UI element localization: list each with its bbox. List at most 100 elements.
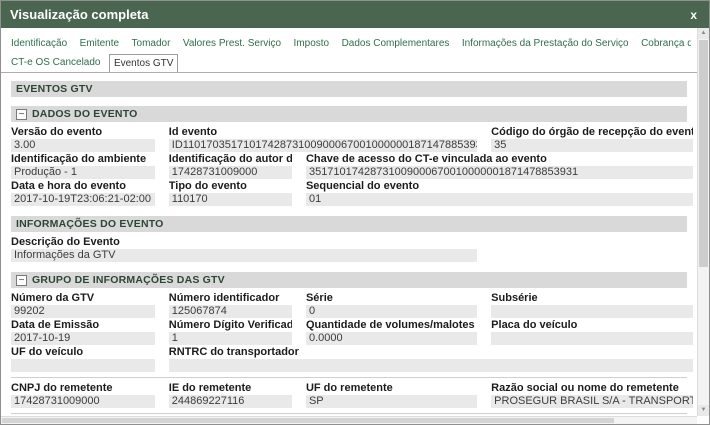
- horizontal-scrollbar-thumb[interactable]: [2, 418, 614, 423]
- field-value: 17428731009000: [169, 166, 292, 179]
- scroll-down-icon[interactable]: ▼: [698, 405, 709, 416]
- field-label: Razão social ou nome do remetente: [491, 382, 693, 395]
- tab-cte-os-cancelado[interactable]: CT-e OS Cancelado: [7, 54, 105, 71]
- group-divider: [11, 413, 687, 414]
- tab-valores-prest-servico[interactable]: Valores Prest. Serviço: [179, 35, 285, 52]
- field-label: Código do órgão de recepção do evento: [491, 126, 693, 139]
- field-label: CNPJ do remetente: [11, 382, 155, 395]
- tab-bar: Identificação Emitente Tomador Valores P…: [1, 28, 697, 73]
- tab-imposto[interactable]: Imposto: [290, 35, 334, 52]
- field-row: Data de Emissão 2017-10-19 Número Dígito…: [11, 319, 697, 346]
- modal-titlebar: Visualização completa x: [1, 1, 709, 28]
- field-value: 0: [306, 305, 477, 318]
- field-identificacao-autor: Identificação do autor do evento 1742873…: [169, 153, 306, 180]
- section-title: EVENTOS GTV: [16, 83, 93, 95]
- section-header-informacoes-do-evento: INFORMAÇÕES DO EVENTO: [11, 216, 687, 232]
- modal-body: Identificação Emitente Tomador Valores P…: [1, 28, 709, 424]
- field-serie: Série 0: [306, 292, 491, 319]
- field-uf-veiculo: UF do veículo: [11, 346, 169, 373]
- field-label: Chave de acesso do CT-e vinculada ao eve…: [306, 153, 693, 166]
- field-value: 110170: [169, 193, 292, 206]
- section-header-dados-do-evento: − DADOS DO EVENTO: [11, 106, 687, 122]
- field-razao-social-remetente: Razão social ou nome do remetente PROSEG…: [491, 382, 697, 409]
- field-label: Série: [306, 292, 477, 305]
- vertical-scrollbar-thumb[interactable]: [699, 40, 708, 267]
- field-value: [491, 305, 693, 318]
- scroll-up-icon[interactable]: ▲: [698, 28, 709, 39]
- field-value: ID11017035171017428731009000670010000001…: [169, 139, 477, 152]
- field-value: 1: [169, 332, 292, 345]
- field-value: 17428731009000: [11, 395, 155, 408]
- tab-cobranca-cte-os[interactable]: Cobrança do CT-e OS: [637, 35, 691, 52]
- field-value: SP: [306, 395, 477, 408]
- field-identificacao-ambiente: Identificação do ambiente Produção - 1: [11, 153, 169, 180]
- field-value: Informações da GTV: [11, 249, 477, 262]
- field-codigo-orgao-recepcao: Código do órgão de recepção do evento 35: [491, 126, 697, 153]
- field-sequencial-evento: Sequencial do evento 01: [306, 180, 697, 207]
- collapse-icon[interactable]: −: [16, 275, 27, 286]
- tab-dados-complementares[interactable]: Dados Complementares: [338, 35, 454, 52]
- section-title: GRUPO DE INFORMAÇÕES DAS GTV: [32, 274, 225, 286]
- field-label: Data de Emissão: [11, 319, 155, 332]
- field-numero-gtv: Número da GTV 99202: [11, 292, 169, 319]
- field-id-evento: Id evento ID1101703517101742873100900067…: [169, 126, 491, 153]
- horizontal-scrollbar[interactable]: [1, 416, 697, 424]
- field-row: CNPJ do remetente 17428731009000 IE do r…: [11, 382, 697, 409]
- vertical-scrollbar[interactable]: ▲ ▼: [697, 28, 709, 416]
- field-value: 99202: [11, 305, 155, 318]
- field-row: Data e hora do evento 2017-10-19T23:06:2…: [11, 180, 697, 207]
- field-value: PROSEGUR BRASIL S/A - TRANSPORTADORA D: [491, 395, 693, 408]
- field-value: 01: [306, 193, 693, 206]
- tab-eventos-gtv[interactable]: Eventos GTV: [109, 54, 178, 72]
- field-numero-digito-verificador: Número Dígito Verificador 1: [169, 319, 306, 346]
- tab-informacoes-prestacao-servico[interactable]: Informações da Prestação do Serviço: [458, 35, 633, 52]
- field-label: Subsérie: [491, 292, 693, 305]
- field-row: UF do veículo RNTRC do transportador: [11, 346, 697, 373]
- section-title: INFORMAÇÕES DO EVENTO: [16, 218, 164, 230]
- tab-row-1: Identificação Emitente Tomador Valores P…: [7, 33, 691, 52]
- close-icon[interactable]: x: [687, 8, 700, 22]
- field-value: [491, 332, 693, 345]
- field-value: 2017-10-19: [11, 332, 155, 345]
- field-subserie: Subsérie: [491, 292, 697, 319]
- scrollable-content: Identificação Emitente Tomador Valores P…: [1, 28, 697, 416]
- field-row: Identificação do ambiente Produção - 1 I…: [11, 153, 697, 180]
- field-value: [11, 359, 155, 372]
- field-label: Placa do veículo: [491, 319, 693, 332]
- field-value: 244869227116: [169, 395, 292, 408]
- field-label: UF do veículo: [11, 346, 155, 359]
- field-row: Versão do evento 3.00 Id evento ID110170…: [11, 126, 697, 153]
- modal-visualizacao-completa: Visualização completa x Identificação Em…: [0, 0, 710, 425]
- field-label: Identificação do ambiente: [11, 153, 155, 166]
- section-header-grupo-informacoes-gtv: − GRUPO DE INFORMAÇÕES DAS GTV: [11, 272, 687, 288]
- tab-emitente[interactable]: Emitente: [76, 35, 123, 52]
- collapse-icon[interactable]: −: [16, 109, 27, 120]
- field-label: Sequencial do evento: [306, 180, 693, 193]
- field-tipo-evento: Tipo do evento 110170: [169, 180, 306, 207]
- field-data-emissao: Data de Emissão 2017-10-19: [11, 319, 169, 346]
- tab-panel-eventos-gtv: EVENTOS GTV − DADOS DO EVENTO Versão do …: [1, 73, 697, 416]
- field-chave-acesso-vinculada: Chave de acesso do CT-e vinculada ao eve…: [306, 153, 697, 180]
- field-numero-identificador: Número identificador 125067874: [169, 292, 306, 319]
- section-header-eventos-gtv: EVENTOS GTV: [11, 81, 687, 97]
- field-value: 0.0000: [306, 332, 477, 345]
- field-value: 3517101742873100900067001000000187147885…: [306, 166, 693, 179]
- field-value: Produção - 1: [11, 166, 155, 179]
- field-uf-remetente: UF do remetente SP: [306, 382, 491, 409]
- section-title: DADOS DO EVENTO: [32, 108, 138, 120]
- field-label: IE do remetente: [169, 382, 292, 395]
- field-value: 125067874: [169, 305, 292, 318]
- field-label: RNTRC do transportador: [169, 346, 693, 359]
- tab-row-2: CT-e OS Cancelado Eventos GTV: [7, 52, 691, 72]
- field-label: Versão do evento: [11, 126, 155, 139]
- field-data-hora-evento: Data e hora do evento 2017-10-19T23:06:2…: [11, 180, 169, 207]
- field-label: Número da GTV: [11, 292, 155, 305]
- tab-identificacao[interactable]: Identificação: [7, 35, 71, 52]
- field-value: [169, 359, 693, 372]
- modal-title: Visualização completa: [10, 7, 149, 22]
- field-rntrc-transportador: RNTRC do transportador: [169, 346, 697, 373]
- tab-tomador[interactable]: Tomador: [128, 35, 175, 52]
- field-label: Data e hora do evento: [11, 180, 155, 193]
- vertical-scrollbar-track[interactable]: [698, 39, 709, 405]
- field-row: Número da GTV 99202 Número identificador…: [11, 292, 697, 319]
